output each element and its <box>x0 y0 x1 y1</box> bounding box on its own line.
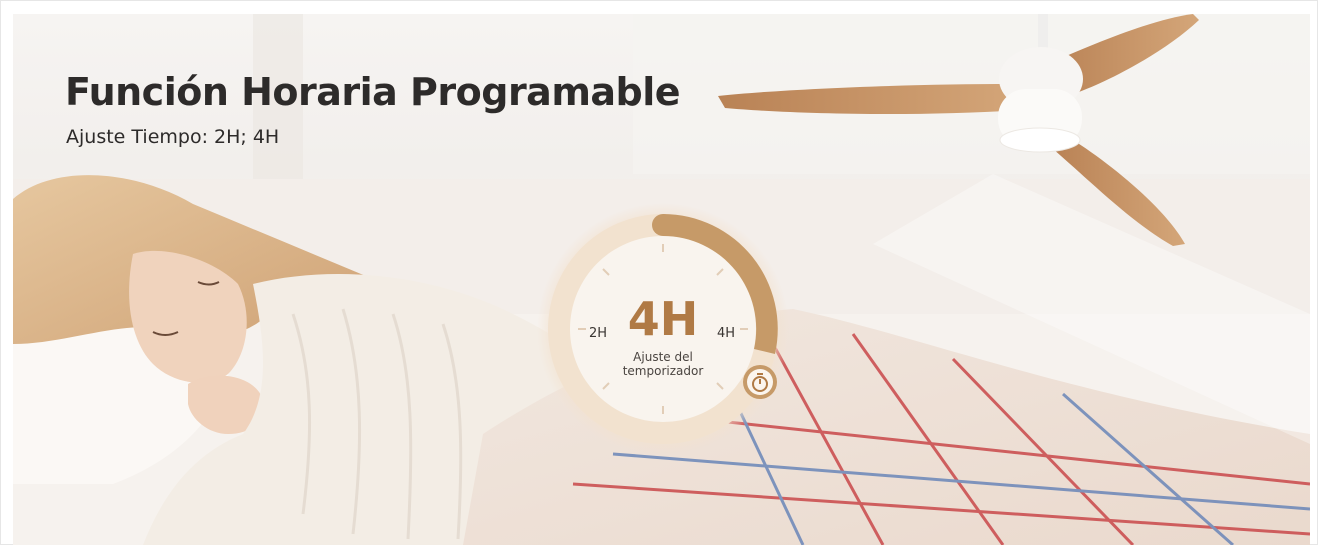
timer-caption-line1: Ajuste del <box>633 350 693 364</box>
product-banner: Función Horaria Programable Ajuste Tiemp… <box>13 14 1310 545</box>
timer-value: 4H <box>627 292 699 346</box>
timer-caption-line2: temporizador <box>622 364 704 378</box>
banner-subtitle: Ajuste Tiempo: 2H; 4H <box>66 126 280 148</box>
timer-max-label: 4H <box>717 326 736 341</box>
stopwatch-icon <box>743 365 777 399</box>
banner-title: Función Horaria Programable <box>65 70 681 114</box>
